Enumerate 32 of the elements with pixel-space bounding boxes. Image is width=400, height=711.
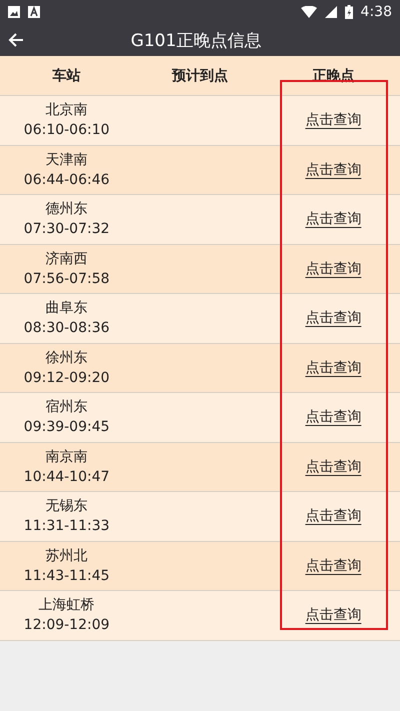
station-cell-text: 宿州东 09:39-09:45: [24, 398, 110, 438]
query-link[interactable]: 点击查询: [305, 458, 362, 476]
station-cell-text: 天津南 06:44-06:46: [24, 150, 110, 190]
station-cell-text: 上海虹桥 12:09-12:09: [24, 596, 110, 636]
wifi-icon: [300, 6, 317, 18]
station-cell-text: 济南西 07:56-07:58: [24, 250, 110, 289]
station-cell-text: 北京南 06:10-06:10: [24, 101, 110, 140]
column-header: 预计到点: [172, 66, 228, 84]
query-link[interactable]: 点击查询: [305, 358, 362, 377]
font-icon: [28, 6, 40, 18]
query-link[interactable]: 点击查询: [305, 606, 362, 624]
query-link[interactable]: 点击查询: [305, 160, 362, 179]
query-link[interactable]: 点击查询: [305, 556, 362, 575]
back-arrow-icon[interactable]: [8, 32, 24, 48]
battery-icon: [344, 5, 353, 19]
station-cell-text: 德州东 07:30-07:32: [24, 200, 110, 240]
screen-title: G101正晚点信息: [130, 30, 262, 52]
query-link[interactable]: 点击查询: [305, 507, 362, 526]
clock-time: 4:38: [360, 4, 392, 20]
query-link[interactable]: 点击查询: [305, 260, 362, 278]
query-link[interactable]: 点击查询: [305, 408, 362, 426]
signal-icon: [324, 6, 337, 18]
column-header: 车站: [52, 66, 81, 84]
station-cell-text: 徐州东 09:12-09:20: [24, 348, 110, 388]
query-link[interactable]: 点击查询: [305, 309, 362, 328]
query-link[interactable]: 点击查询: [305, 210, 362, 228]
station-cell-text: 无锡东 11:31-11:33: [24, 497, 110, 536]
image-icon: [8, 6, 20, 18]
station-cell-text: 曲阜东 08:30-08:36: [24, 299, 110, 338]
station-cell-text: 苏州北 11:43-11:45: [24, 546, 110, 586]
query-link[interactable]: 点击查询: [305, 111, 362, 130]
station-cell-text: 南京南 10:44-10:47: [24, 448, 110, 487]
